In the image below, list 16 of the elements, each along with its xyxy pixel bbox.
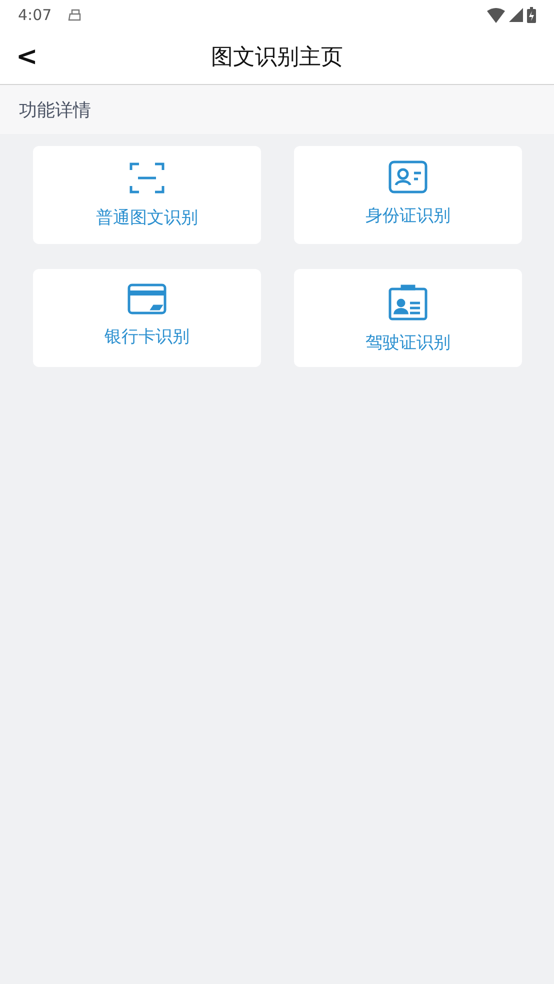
bank-card-icon (127, 283, 167, 315)
signal-icon (509, 8, 523, 22)
wifi-icon (487, 8, 505, 22)
page-title: 图文识别主页 (211, 44, 343, 72)
back-button[interactable]: < (10, 42, 44, 72)
feature-card[interactable]: 普通图文识别 (33, 146, 261, 244)
status-time: 4:07 (18, 6, 52, 24)
badge-icon (388, 283, 428, 321)
feature-card[interactable]: 驾驶证识别 (294, 269, 522, 367)
feature-card[interactable]: 身份证识别 (294, 146, 522, 244)
feature-card[interactable]: 银行卡识别 (33, 269, 261, 367)
battery-icon (527, 7, 536, 23)
notification-icon (68, 9, 82, 21)
id-card-icon (388, 160, 428, 194)
section-title: 功能详情 (19, 98, 91, 122)
scan-icon (129, 160, 165, 196)
